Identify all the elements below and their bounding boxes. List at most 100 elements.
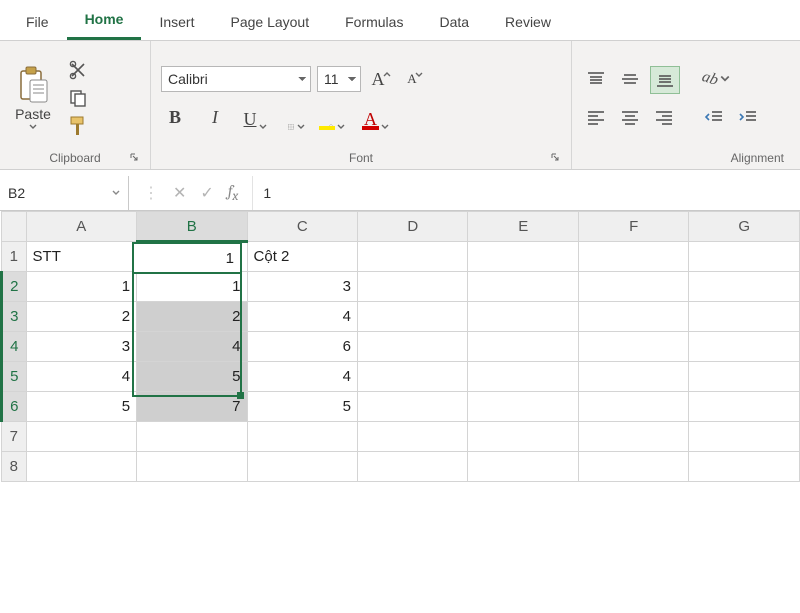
tab-data[interactable]: Data [421, 6, 487, 40]
cell-A3[interactable]: 2 [26, 302, 136, 332]
formula-bar[interactable]: 1 [253, 176, 800, 210]
tab-formulas[interactable]: Formulas [327, 6, 421, 40]
tab-review[interactable]: Review [487, 6, 569, 40]
fill-color-button[interactable] [321, 103, 349, 131]
tab-page-layout[interactable]: Page Layout [212, 6, 327, 40]
increase-indent-button[interactable] [734, 104, 762, 130]
cell-G6[interactable] [689, 392, 800, 422]
cell-D3[interactable] [358, 302, 468, 332]
align-top-button[interactable] [582, 66, 610, 92]
cell-E6[interactable] [468, 392, 578, 422]
fx-icon[interactable]: fx [228, 182, 239, 204]
align-middle-button[interactable] [616, 66, 644, 92]
cell-D5[interactable] [358, 362, 468, 392]
cell-B7[interactable] [137, 422, 247, 452]
italic-button[interactable]: I [201, 103, 229, 131]
row-header-7[interactable]: 7 [2, 422, 27, 452]
cell-B6[interactable]: 7 [137, 392, 247, 422]
cancel-formula-button[interactable]: ✕ [173, 183, 186, 203]
cell-C2[interactable]: 3 [247, 272, 357, 302]
col-header-C[interactable]: C [247, 212, 357, 242]
decrease-indent-button[interactable] [700, 104, 728, 130]
cell-D6[interactable] [358, 392, 468, 422]
select-all-corner[interactable] [2, 212, 27, 242]
col-header-F[interactable]: F [578, 212, 688, 242]
align-center-button[interactable] [616, 104, 644, 130]
cell-B3[interactable]: 2 [137, 302, 247, 332]
bold-button[interactable]: B [161, 103, 189, 131]
cell-D2[interactable] [358, 272, 468, 302]
cell-E7[interactable] [468, 422, 578, 452]
cell-E5[interactable] [468, 362, 578, 392]
format-painter-button[interactable] [64, 114, 92, 138]
row-header-6[interactable]: 6 [2, 392, 27, 422]
paste-button[interactable]: Paste [10, 66, 56, 130]
col-header-G[interactable]: G [689, 212, 800, 242]
cell-A6[interactable]: 5 [26, 392, 136, 422]
increase-font-button[interactable]: A [367, 65, 395, 93]
cell-F6[interactable] [578, 392, 688, 422]
cut-button[interactable] [64, 58, 92, 82]
accept-formula-button[interactable]: ✓ [200, 183, 213, 203]
worksheet[interactable]: A B C D E F G 1 STT Cột 1 Cột 2 2 1 1 3 … [0, 211, 800, 482]
name-box[interactable]: B2 [0, 176, 129, 210]
col-header-E[interactable]: E [468, 212, 578, 242]
cell-A8[interactable] [26, 452, 136, 482]
border-button[interactable] [281, 103, 309, 131]
cell-B2[interactable]: 1 [137, 272, 247, 302]
decrease-font-button[interactable]: A [401, 65, 429, 93]
cell-A1[interactable]: STT [26, 242, 136, 272]
cell-G3[interactable] [689, 302, 800, 332]
cell-E8[interactable] [468, 452, 578, 482]
cell-C5[interactable]: 4 [247, 362, 357, 392]
tab-insert[interactable]: Insert [141, 6, 212, 40]
row-header-4[interactable]: 4 [2, 332, 27, 362]
cell-A4[interactable]: 3 [26, 332, 136, 362]
cell-C7[interactable] [247, 422, 357, 452]
cell-F7[interactable] [578, 422, 688, 452]
cell-B8[interactable] [137, 452, 247, 482]
cell-A2[interactable]: 1 [26, 272, 136, 302]
cell-F2[interactable] [578, 272, 688, 302]
clipboard-launcher[interactable] [128, 151, 140, 163]
cell-E1[interactable] [468, 242, 578, 272]
cell-B5[interactable]: 5 [137, 362, 247, 392]
cell-G8[interactable] [689, 452, 800, 482]
cell-D7[interactable] [358, 422, 468, 452]
orientation-button[interactable]: ab [702, 66, 730, 92]
align-bottom-button[interactable] [650, 66, 680, 94]
font-name-select[interactable]: Calibri [161, 66, 311, 92]
cell-B4[interactable]: 4 [137, 332, 247, 362]
row-header-5[interactable]: 5 [2, 362, 27, 392]
cell-D1[interactable] [358, 242, 468, 272]
cell-E4[interactable] [468, 332, 578, 362]
row-header-8[interactable]: 8 [2, 452, 27, 482]
font-launcher[interactable] [549, 151, 561, 163]
col-header-A[interactable]: A [26, 212, 136, 242]
cell-G1[interactable] [689, 242, 800, 272]
cell-C3[interactable]: 4 [247, 302, 357, 332]
font-color-button[interactable]: A [361, 103, 390, 131]
align-right-button[interactable] [650, 104, 678, 130]
cell-C6[interactable]: 5 [247, 392, 357, 422]
cell-C8[interactable] [247, 452, 357, 482]
cell-F8[interactable] [578, 452, 688, 482]
cell-F3[interactable] [578, 302, 688, 332]
cell-C4[interactable]: 6 [247, 332, 357, 362]
cell-B1[interactable]: Cột 1 [137, 242, 247, 272]
col-header-B[interactable]: B [137, 212, 247, 242]
row-header-2[interactable]: 2 [2, 272, 27, 302]
cell-E2[interactable] [468, 272, 578, 302]
cell-G7[interactable] [689, 422, 800, 452]
cell-G5[interactable] [689, 362, 800, 392]
tab-file[interactable]: File [8, 6, 67, 40]
cell-F1[interactable] [578, 242, 688, 272]
underline-button[interactable]: U [241, 103, 269, 131]
tab-home[interactable]: Home [67, 3, 142, 40]
row-header-3[interactable]: 3 [2, 302, 27, 332]
cell-F4[interactable] [578, 332, 688, 362]
cell-D4[interactable] [358, 332, 468, 362]
cell-A5[interactable]: 4 [26, 362, 136, 392]
cell-C1[interactable]: Cột 2 [247, 242, 357, 272]
font-size-select[interactable]: 11 [317, 66, 361, 92]
